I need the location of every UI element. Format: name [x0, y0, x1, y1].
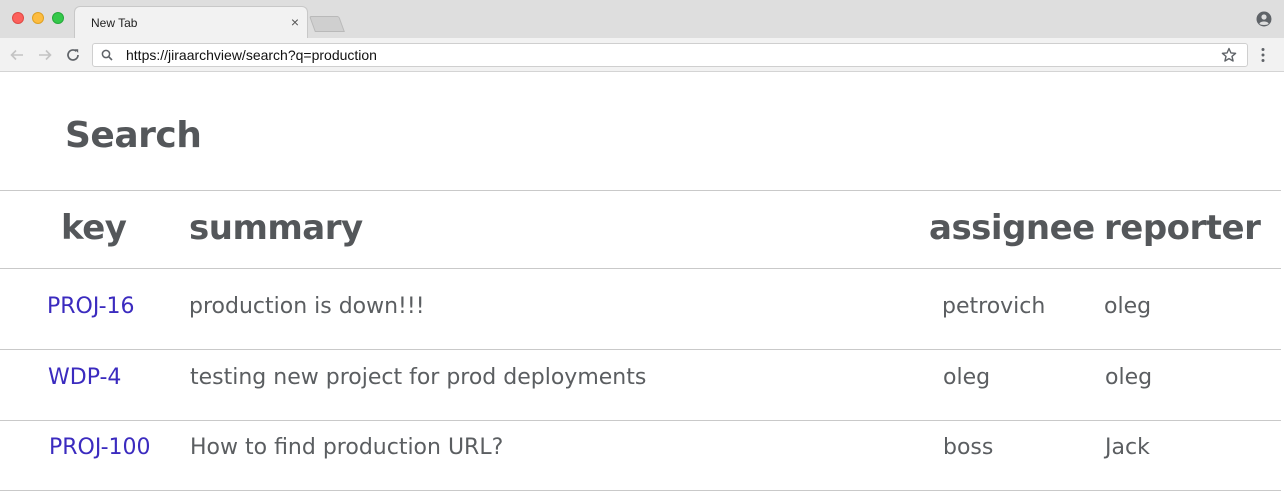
issue-reporter: oleg: [1104, 294, 1152, 319]
close-tab-icon[interactable]: ×: [291, 14, 299, 30]
issue-key-link[interactable]: WDP-4: [48, 365, 121, 390]
page-content: Search key summary assignee reporter PRO…: [0, 73, 1284, 492]
row-divider: [0, 490, 1281, 491]
new-tab-button[interactable]: [309, 16, 345, 32]
issue-assignee: oleg: [943, 365, 991, 390]
issue-assignee: petrovich: [942, 294, 1046, 319]
issue-reporter: Jack: [1105, 435, 1150, 460]
browser-toolbar: https://jiraarchview/search?q=production: [0, 38, 1284, 72]
table-top-divider: [0, 190, 1281, 191]
back-arrow-icon[interactable]: [8, 46, 26, 64]
forward-arrow-icon[interactable]: [36, 46, 54, 64]
issue-summary: production is down!!!: [189, 294, 425, 319]
column-header-key: key: [61, 208, 127, 248]
header-divider: [0, 268, 1281, 269]
column-header-assignee: assignee: [929, 208, 1095, 248]
issue-key-link[interactable]: PROJ-16: [47, 294, 135, 319]
issue-assignee: boss: [943, 435, 994, 460]
bookmark-star-icon[interactable]: [1220, 46, 1238, 64]
tab-title: New Tab: [91, 16, 138, 30]
row-divider: [0, 420, 1281, 421]
profile-icon[interactable]: [1256, 11, 1272, 27]
reload-icon[interactable]: [64, 46, 82, 64]
more-menu-icon[interactable]: [1254, 46, 1272, 64]
issue-summary: How to find production URL?: [190, 435, 504, 460]
row-divider: [0, 349, 1281, 350]
column-header-reporter: reporter: [1104, 208, 1261, 248]
search-icon: [101, 49, 113, 61]
url-text[interactable]: https://jiraarchview/search?q=production: [126, 47, 377, 63]
column-header-summary: summary: [189, 208, 363, 248]
address-bar[interactable]: https://jiraarchview/search?q=production: [92, 43, 1248, 67]
issue-summary: testing new project for prod deployments: [190, 365, 647, 390]
issue-key-link[interactable]: PROJ-100: [49, 435, 151, 460]
tab-strip: New Tab ×: [0, 0, 1284, 38]
close-window-button[interactable]: [12, 12, 24, 24]
issue-reporter: oleg: [1105, 365, 1153, 390]
page-title: Search: [65, 115, 202, 156]
browser-tab[interactable]: New Tab ×: [74, 6, 308, 38]
minimize-window-button[interactable]: [32, 12, 44, 24]
maximize-window-button[interactable]: [52, 12, 64, 24]
